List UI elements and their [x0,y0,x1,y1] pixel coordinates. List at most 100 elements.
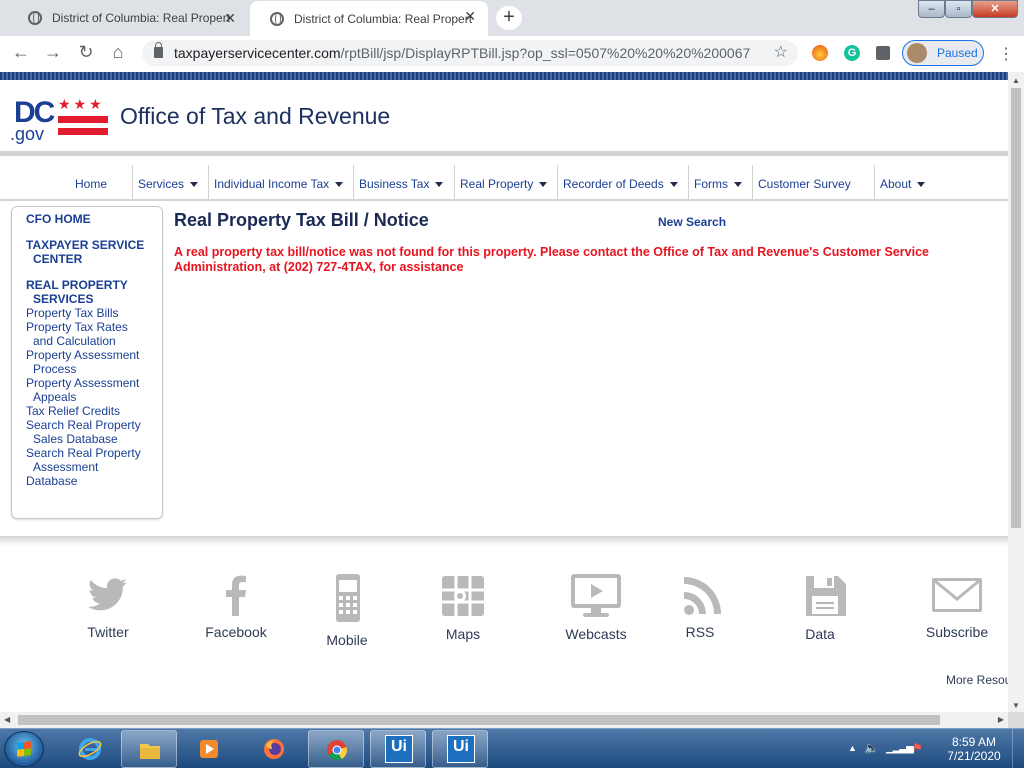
caret-down-icon [539,182,548,188]
scroll-down-arrow[interactable]: ▼ [1012,701,1020,710]
sidebar-link-text: and Calculation [33,334,116,348]
home-icon[interactable]: ⌂ [107,42,129,63]
sidebar-link-text: Database [26,474,78,488]
taskbar-uipath-1[interactable]: Ui [370,730,426,768]
social-twitter[interactable]: Twitter [78,572,138,640]
extensions-puzzle-icon[interactable] [876,46,890,60]
bookmark-star-icon[interactable]: ☆ [774,40,788,66]
grammarly-extension-icon[interactable]: G [844,45,860,61]
sidebar-heading-line: SERVICES [33,292,94,306]
new-search-link[interactable]: New Search [658,215,726,229]
profile-button[interactable]: Paused [902,40,984,66]
data-icon [806,576,846,616]
new-tab-button[interactable]: + [496,6,522,30]
main-nav: Home Services Individual Income Tax Busi… [0,165,1008,201]
lock-icon[interactable] [154,42,163,58]
nav-home[interactable]: Home [70,165,107,199]
sidebar-link-sales-database[interactable]: Search Real Property Sales Database [26,418,162,446]
sidebar-link-assessment-process[interactable]: Property Assessment Process [26,348,162,376]
address-bar[interactable]: taxpayerservicecenter.com/rptBill/jsp/Di… [142,40,798,66]
taskbar-clock[interactable]: 8:59 AM 7/21/2020 [942,735,1006,763]
show-hidden-icons-icon[interactable]: ▲ [848,743,857,753]
browser-menu-icon[interactable]: ⋮ [998,44,1014,64]
sidebar-link-property-tax-bills[interactable]: Property Tax Bills [26,306,162,320]
taskbar-file-explorer[interactable] [121,730,177,768]
header-dotted-band [0,72,1008,80]
minimize-button[interactable]: – [918,0,945,18]
reload-icon[interactable]: ↻ [75,42,97,63]
sidebar-cfo-home[interactable]: CFO HOME [26,212,162,226]
extension-fire-icon[interactable] [812,45,828,61]
volume-icon[interactable]: 🔈 [864,741,879,755]
scroll-right-arrow[interactable]: ▶ [998,715,1004,724]
media-player-icon [200,740,218,758]
nav-business-tax[interactable]: Business Tax [353,165,444,199]
sidebar-heading-line: TAXPAYER SERVICE [26,238,145,252]
nav-label: Recorder of Deeds [563,177,664,191]
social-webcasts[interactable]: Webcasts [562,572,630,642]
avatar [907,43,927,63]
action-center-icon[interactable]: ⚑ [912,741,923,755]
sidebar-link-assessment-database[interactable]: Search Real Property Assessment Database [26,446,162,488]
sidebar: CFO HOME TAXPAYER SERVICE CENTER REAL PR… [11,206,163,519]
scrollbar-thumb[interactable] [18,715,940,725]
nav-label: Customer Survey [758,177,851,191]
browser-tab[interactable]: District of Columbia: Real Propert ✕ [8,3,248,33]
network-icon[interactable]: ▁▂▃▅ [886,743,914,754]
dc-gov-logo[interactable]: DC .gov ★★★ [10,96,110,148]
taskbar-firefox[interactable] [246,730,302,768]
url-path: /rptBill/jsp/DisplayRPTBill.jsp?op_ssl=0… [340,45,751,61]
sidebar-link-text: Property Assessment [26,376,140,390]
folder-icon [140,744,160,759]
taskbar-media-player[interactable] [181,730,237,768]
sidebar-link-text: Search Real Property [26,418,141,432]
scrollbar-corner [1008,712,1024,728]
back-icon[interactable]: ← [10,42,32,63]
social-facebook[interactable]: Facebook [204,572,268,640]
windows-logo-icon [17,741,31,757]
scroll-up-arrow[interactable]: ▲ [1012,76,1020,85]
close-tab-icon[interactable]: ✕ [464,8,476,25]
taskbar-internet-explorer[interactable] [62,730,118,768]
taskbar-chrome[interactable] [308,730,364,768]
nav-forms[interactable]: Forms [688,165,742,199]
vertical-scrollbar[interactable]: ▲ ▼ [1008,72,1024,712]
sidebar-taxpayer-service-center[interactable]: TAXPAYER SERVICE CENTER [26,238,162,266]
social-data[interactable]: Data [802,572,846,642]
social-label: Maps [445,626,481,642]
social-maps[interactable]: Maps [440,572,486,642]
error-message: A real property tax bill/notice was not … [174,245,929,274]
scroll-left-arrow[interactable]: ◀ [4,715,10,724]
browser-tab-active[interactable]: District of Columbia: Real Propert ✕ [250,1,488,36]
sidebar-link-tax-relief[interactable]: Tax Relief Credits [26,404,162,418]
uipath-icon: Ui [385,735,413,763]
start-button[interactable] [4,731,44,767]
sidebar-link-text: Search Real Property [26,446,141,460]
close-window-button[interactable]: ✕ [972,0,1018,18]
nav-individual-income-tax[interactable]: Individual Income Tax [208,165,344,199]
scrollbar-thumb[interactable] [1011,88,1021,528]
sidebar-real-property-services[interactable]: REAL PROPERTY SERVICES [26,278,162,306]
forward-icon[interactable]: → [42,42,64,63]
horizontal-scrollbar[interactable]: ◀ ▶ [0,712,1008,728]
maximize-button[interactable]: ▫ [945,0,972,18]
sidebar-link-text: Sales Database [33,432,118,446]
url-host: taxpayerservicecenter.com [174,45,341,61]
nav-real-property[interactable]: Real Property [454,165,548,199]
maps-icon [442,576,484,616]
nav-customer-survey[interactable]: Customer Survey [752,165,851,199]
site-title[interactable]: Office of Tax and Revenue [120,103,390,130]
show-desktop-button[interactable] [1012,729,1024,768]
social-mobile[interactable]: Mobile [322,572,372,648]
taskbar-uipath-2[interactable]: Ui [432,730,488,768]
social-subscribe[interactable]: Subscribe [922,572,992,640]
nav-recorder-of-deeds[interactable]: Recorder of Deeds [557,165,678,199]
close-tab-icon[interactable]: ✕ [224,10,236,27]
sidebar-link-assessment-appeals[interactable]: Property Assessment Appeals [26,376,162,404]
nav-services[interactable]: Services [132,165,199,199]
sidebar-link-tax-rates[interactable]: Property Tax Rates and Calculation [26,320,162,348]
social-rss[interactable]: RSS [680,572,721,640]
nav-about[interactable]: About [874,165,926,199]
more-resources-link[interactable]: More Resources [946,673,1008,687]
